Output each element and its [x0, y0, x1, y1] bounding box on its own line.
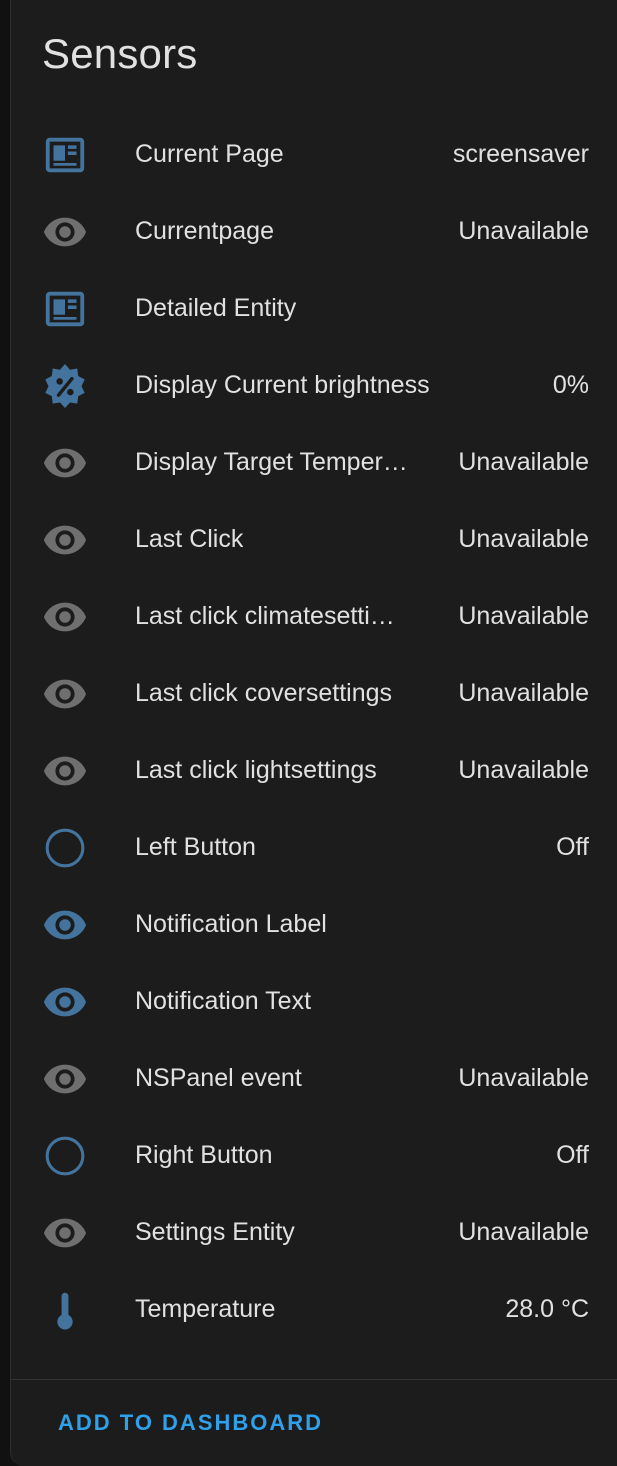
entity-name: Detailed Entity: [135, 294, 297, 322]
eye-icon: [42, 1210, 88, 1256]
eye-icon: [42, 671, 88, 717]
brightness-percent-icon: [42, 363, 88, 409]
card-text-icon: [42, 286, 88, 332]
card-title: Sensors: [42, 30, 198, 77]
entity-name: Right Button: [135, 1141, 273, 1169]
card-divider: [11, 1379, 617, 1380]
add-to-dashboard-button[interactable]: ADD TO DASHBOARD: [48, 1396, 333, 1450]
entity-name: Current Page: [135, 140, 284, 168]
entity-name: Notification Label: [135, 910, 327, 938]
entity-state: Unavailable: [458, 756, 589, 784]
entity-name: Last Click: [135, 525, 244, 553]
thermometer-icon: [42, 1287, 88, 1333]
entity-state: Unavailable: [458, 525, 589, 553]
card-text-icon: [42, 132, 88, 178]
entity-state: Unavailable: [458, 448, 589, 476]
entity-state: Off: [556, 1141, 589, 1169]
entity-row[interactable]: Display Target Temper… Unavailable: [11, 424, 617, 501]
entity-name: NSPanel event: [135, 1064, 302, 1092]
entity-row[interactable]: Current Page screensaver: [11, 116, 617, 193]
entity-row[interactable]: Last click coversettings Unavailable: [11, 655, 617, 732]
eye-icon: [42, 209, 88, 255]
eye-icon: [42, 1056, 88, 1102]
entity-list: Current Page screensaver Currentpage Unavai…: [11, 116, 617, 1348]
entity-name: Last click coversettings: [135, 679, 393, 707]
entity-name: Temperature: [135, 1295, 276, 1323]
eye-icon: [42, 517, 88, 563]
entity-name: Notification Text: [135, 987, 312, 1015]
entity-row[interactable]: Right Button Off: [11, 1117, 617, 1194]
circle-outline-icon: [42, 825, 88, 871]
eye-icon: [42, 594, 88, 640]
entity-name: Last click lightsettings: [135, 756, 377, 784]
entity-name: Display Target Temper…: [135, 448, 408, 476]
entity-row[interactable]: Notification Text: [11, 963, 617, 1040]
circle-outline-icon: [42, 1133, 88, 1179]
entity-row[interactable]: Detailed Entity: [11, 270, 617, 347]
entity-row[interactable]: Last click climatesetti… Unavailable: [11, 578, 617, 655]
entity-row[interactable]: NSPanel event Unavailable: [11, 1040, 617, 1117]
entity-state: Unavailable: [458, 1064, 589, 1092]
entity-state: screensaver: [452, 140, 589, 168]
sensors-card: Sensors Current Page screensaver Currentpa…: [10, 0, 617, 1466]
entity-name: Last click climatesetti…: [135, 602, 395, 630]
entity-state: 28.0 °C: [505, 1295, 589, 1323]
entity-row[interactable]: Temperature 28.0 °C: [11, 1271, 617, 1348]
entity-row[interactable]: Last click lightsettings Unavailable: [11, 732, 617, 809]
eye-icon: [42, 902, 88, 948]
entity-name: Currentpage: [135, 217, 274, 245]
entity-name: Display Current brightness: [135, 371, 430, 399]
entity-row[interactable]: Left Button Off: [11, 809, 617, 886]
entity-row[interactable]: Display Current brightness 0%: [11, 347, 617, 424]
entity-name: Settings Entity: [135, 1218, 295, 1246]
entity-state: Unavailable: [458, 1218, 589, 1246]
entity-state: 0%: [552, 371, 589, 399]
entity-name: Left Button: [135, 833, 256, 861]
entity-row[interactable]: Last Click Unavailable: [11, 501, 617, 578]
entity-row[interactable]: Settings Entity Unavailable: [11, 1194, 617, 1271]
eye-icon: [42, 440, 88, 486]
eye-icon: [42, 979, 88, 1025]
entity-row[interactable]: Currentpage Unavailable: [11, 193, 617, 270]
eye-icon: [42, 748, 88, 794]
entity-state: Unavailable: [458, 217, 589, 245]
entity-state: Off: [556, 833, 589, 861]
entity-state: Unavailable: [458, 602, 589, 630]
entity-row[interactable]: Notification Label: [11, 886, 617, 963]
entity-state: Unavailable: [458, 679, 589, 707]
